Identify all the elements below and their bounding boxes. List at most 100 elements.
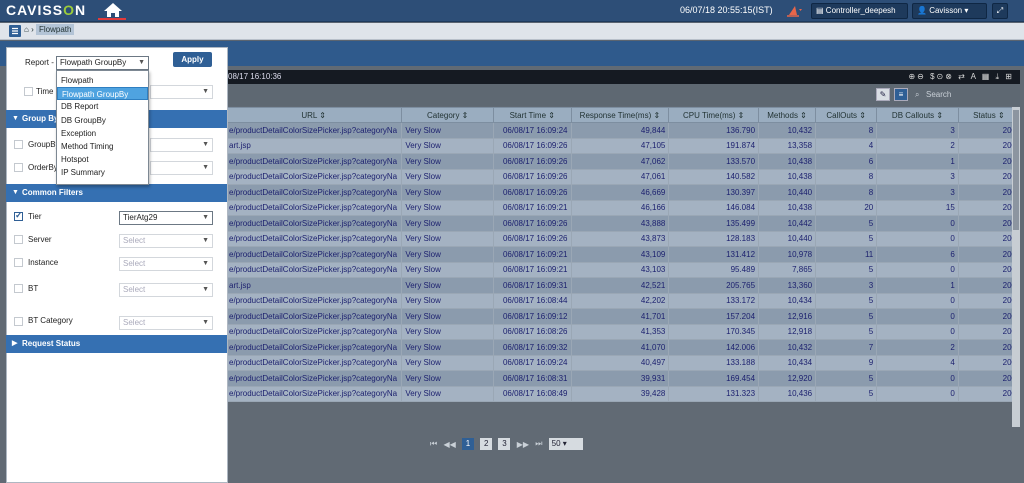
- table-cell[interactable]: e/productDetailColorSizePicker.jsp?categ…: [224, 261, 403, 278]
- table-row[interactable]: e/productDetailColorSizePicker.jsp?categ…: [224, 385, 1021, 402]
- time-select[interactable]: ▼: [150, 85, 213, 99]
- table-cell: 47,062: [570, 153, 670, 170]
- column-header[interactable]: CallOuts ⇕: [815, 107, 878, 123]
- orderby-checkbox[interactable]: [14, 163, 23, 172]
- common-filters-section[interactable]: ▼ Common Filters: [6, 184, 227, 202]
- table-row[interactable]: art.jsp Very Slow 06/08/17 16:09:31 42,521 2…: [224, 277, 1021, 294]
- column-header[interactable]: Status ⇕: [957, 107, 1021, 123]
- list-icon[interactable]: ≡: [894, 88, 908, 101]
- table-row[interactable]: e/productDetailColorSizePicker.jsp?categ…: [224, 168, 1021, 185]
- controller-button[interactable]: ▤ Controller_deepesh: [811, 3, 908, 19]
- dropdown-option[interactable]: Exception: [57, 127, 148, 140]
- table-cell[interactable]: e/productDetailColorSizePicker.jsp?categ…: [224, 230, 403, 247]
- column-header[interactable]: Category ⇕: [401, 107, 495, 123]
- table-cell[interactable]: e/productDetailColorSizePicker.jsp?categ…: [224, 246, 403, 263]
- user-button[interactable]: 👤 Cavisson ▾: [912, 3, 987, 19]
- search-input[interactable]: ⌕ Search: [912, 88, 1010, 101]
- table-row[interactable]: e/productDetailColorSizePicker.jsp?categ…: [224, 261, 1021, 278]
- table-cell: 7,865: [758, 261, 817, 278]
- table-cell: Very Slow: [401, 370, 495, 387]
- report-select[interactable]: Flowpath GroupBy ▼: [56, 56, 149, 70]
- table-row[interactable]: e/productDetailColorSizePicker.jsp?categ…: [224, 354, 1021, 371]
- scrollbar-thumb[interactable]: [1013, 110, 1019, 230]
- column-header[interactable]: Methods ⇕: [758, 107, 817, 123]
- bt-category-select[interactable]: Select ▼: [119, 316, 213, 330]
- first-page-icon[interactable]: ⏮: [430, 439, 437, 449]
- menu-icon[interactable]: [9, 25, 21, 37]
- table-cell[interactable]: art.jsp: [224, 137, 403, 154]
- edit-icon[interactable]: ✎: [876, 88, 890, 101]
- table-row[interactable]: e/productDetailColorSizePicker.jsp?categ…: [224, 292, 1021, 309]
- orderby-select[interactable]: ▼: [150, 161, 213, 175]
- home-crumb-icon[interactable]: ⌂: [24, 25, 29, 34]
- server-checkbox[interactable]: [14, 235, 23, 244]
- dropdown-option[interactable]: Method Timing: [57, 140, 148, 153]
- toolbar-icons[interactable]: ⊕⊖ $⊙⊗ ⇄ A ▦ ⤓ ⊞: [908, 70, 1014, 84]
- bt-category-checkbox[interactable]: [14, 317, 23, 326]
- tier-checkbox[interactable]: [14, 210, 23, 221]
- table-row[interactable]: e/productDetailColorSizePicker.jsp?categ…: [224, 246, 1021, 263]
- table-row[interactable]: e/productDetailColorSizePicker.jsp?categ…: [224, 184, 1021, 201]
- table-cell[interactable]: e/productDetailColorSizePicker.jsp?categ…: [224, 199, 403, 216]
- dropdown-option[interactable]: DB GroupBy: [57, 114, 148, 127]
- table-row[interactable]: e/productDetailColorSizePicker.jsp?categ…: [224, 230, 1021, 247]
- table-row[interactable]: e/productDetailColorSizePicker.jsp?categ…: [224, 339, 1021, 356]
- table-row[interactable]: e/productDetailColorSizePicker.jsp?categ…: [224, 370, 1021, 387]
- server-icon: ▤: [816, 6, 824, 15]
- apply-button[interactable]: Apply: [173, 52, 212, 67]
- table-cell[interactable]: e/productDetailColorSizePicker.jsp?categ…: [224, 292, 403, 309]
- table-row[interactable]: e/productDetailColorSizePicker.jsp?categ…: [224, 308, 1021, 325]
- table-row[interactable]: art.jsp Very Slow 06/08/17 16:09:26 47,105 1…: [224, 137, 1021, 154]
- tier-select[interactable]: TierAtg29 ▼: [119, 211, 213, 225]
- last-page-icon[interactable]: ⏭: [535, 439, 542, 449]
- table-cell[interactable]: e/productDetailColorSizePicker.jsp?categ…: [224, 339, 403, 356]
- column-header[interactable]: CPU Time(ms) ⇕: [668, 107, 760, 123]
- table-cell[interactable]: e/productDetailColorSizePicker.jsp?categ…: [224, 354, 403, 371]
- table-cell[interactable]: e/productDetailColorSizePicker.jsp?categ…: [224, 323, 403, 340]
- instance-select[interactable]: Select ▼: [119, 257, 213, 271]
- column-header[interactable]: Start Time ⇕: [493, 107, 572, 123]
- table-cell[interactable]: art.jsp: [224, 277, 403, 294]
- column-header[interactable]: DB Callouts ⇕: [876, 107, 959, 123]
- instance-checkbox[interactable]: [14, 258, 23, 267]
- request-status-section[interactable]: ▶ Request Status: [6, 335, 227, 353]
- table-row[interactable]: e/productDetailColorSizePicker.jsp?categ…: [224, 122, 1021, 139]
- dropdown-option[interactable]: Flowpath: [57, 74, 148, 87]
- alert-icon[interactable]: [784, 4, 804, 18]
- table-cell[interactable]: e/productDetailColorSizePicker.jsp?categ…: [224, 122, 403, 139]
- prev-page-icon[interactable]: ◀◀: [443, 440, 455, 449]
- page-3[interactable]: 3: [498, 438, 511, 450]
- dropdown-option[interactable]: IP Summary: [57, 166, 148, 179]
- groupby-checkbox[interactable]: [14, 140, 23, 149]
- table-cell[interactable]: e/productDetailColorSizePicker.jsp?categ…: [224, 385, 403, 402]
- table-cell[interactable]: e/productDetailColorSizePicker.jsp?categ…: [224, 308, 403, 325]
- column-header[interactable]: Response Time(ms) ⇕: [570, 107, 670, 123]
- bt-checkbox[interactable]: [14, 284, 23, 293]
- dropdown-option[interactable]: Flowpath GroupBy: [57, 87, 148, 101]
- expand-icon[interactable]: ⤢: [992, 3, 1008, 19]
- dropdown-option[interactable]: Hotspot: [57, 153, 148, 166]
- table-cell[interactable]: e/productDetailColorSizePicker.jsp?categ…: [224, 168, 403, 185]
- table-cell[interactable]: e/productDetailColorSizePicker.jsp?categ…: [224, 184, 403, 201]
- column-header[interactable]: URL ⇕: [224, 107, 403, 123]
- page-size-select[interactable]: 50 ▾: [548, 438, 583, 450]
- next-page-icon[interactable]: ▶▶: [517, 440, 529, 449]
- table-cell[interactable]: e/productDetailColorSizePicker.jsp?categ…: [224, 153, 403, 170]
- table-row[interactable]: e/productDetailColorSizePicker.jsp?categ…: [224, 199, 1021, 216]
- table-cell[interactable]: e/productDetailColorSizePicker.jsp?categ…: [224, 370, 403, 387]
- server-select[interactable]: Select ▼: [119, 234, 213, 248]
- table-cell[interactable]: e/productDetailColorSizePicker.jsp?categ…: [224, 215, 403, 232]
- time-checkbox[interactable]: [24, 87, 33, 96]
- breadcrumb-current[interactable]: Flowpath: [35, 24, 75, 35]
- table-row[interactable]: e/productDetailColorSizePicker.jsp?categ…: [224, 323, 1021, 340]
- table-cell: Very Slow: [401, 323, 495, 340]
- table-row[interactable]: e/productDetailColorSizePicker.jsp?categ…: [224, 215, 1021, 232]
- groupby-select[interactable]: ▼: [150, 138, 213, 152]
- bt-select[interactable]: Select ▼: [119, 283, 213, 297]
- page-1[interactable]: 1: [461, 438, 474, 450]
- page-2[interactable]: 2: [480, 438, 493, 450]
- table-row[interactable]: e/productDetailColorSizePicker.jsp?categ…: [224, 153, 1021, 170]
- chevron-down-icon: ▾: [964, 6, 969, 15]
- dropdown-option[interactable]: DB Report: [57, 100, 148, 113]
- table-cell: 39,428: [570, 385, 670, 402]
